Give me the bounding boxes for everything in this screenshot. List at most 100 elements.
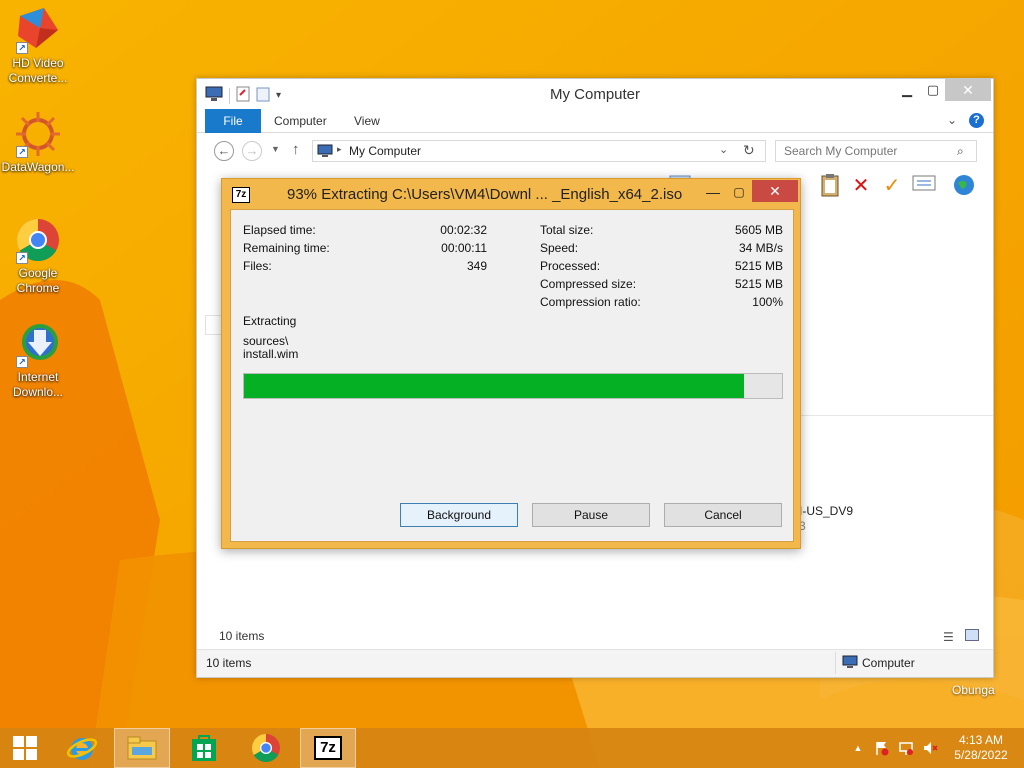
network-icon[interactable]	[898, 740, 914, 756]
explorer-minimize-button[interactable]: ▁	[893, 79, 921, 101]
shortcut-arrow-icon: ↗	[16, 252, 28, 264]
chrome-icon: ↗	[14, 216, 62, 264]
dialog-minimize-button[interactable]: —	[700, 181, 726, 203]
address-text: My Computer	[349, 144, 422, 158]
status-location: Computer	[862, 656, 915, 670]
large-icons-view-icon[interactable]	[965, 629, 979, 641]
explorer-close-button[interactable]: ✕	[945, 79, 991, 101]
desktop-icon-label: HD Video Converte...	[8, 56, 68, 85]
items-count-inner: 10 items	[219, 629, 265, 643]
store-icon	[192, 735, 216, 761]
current-action-label: Extracting	[243, 314, 297, 328]
show-hidden-icons-icon[interactable]: ▲	[850, 740, 866, 756]
taskbar-7zip[interactable]: 7z	[300, 728, 356, 768]
partial-file-label: I-US_DV9	[799, 504, 854, 518]
details-view-icon[interactable]: ☰	[943, 630, 954, 644]
extraction-progress-bar	[243, 373, 783, 399]
compression-ratio-label: Compression ratio:	[540, 295, 641, 309]
breadcrumb-chevron-icon: ▸	[337, 144, 342, 154]
dialog-client-area: Elapsed time: 00:02:32 Remaining time: 0…	[230, 209, 794, 542]
desktop-icon-label: DataWagon...	[1, 160, 75, 174]
desktop-icon-datawagon[interactable]: ↗ DataWagon...	[0, 110, 76, 175]
compressed-size-value: 5215 MB	[734, 277, 783, 291]
files-label: Files:	[243, 259, 272, 273]
elapsed-time-label: Elapsed time:	[243, 223, 316, 237]
7zip-logo-icon: 7z	[232, 187, 250, 203]
explorer-maximize-button[interactable]: ▢	[919, 79, 947, 101]
address-row: ← → ▼ ↑ ▸ My Computer ⌄ ↻ Search My Comp…	[197, 137, 993, 165]
compressed-size-label: Compressed size:	[540, 277, 637, 291]
pause-button[interactable]: Pause	[532, 503, 650, 527]
up-button[interactable]: ↑	[292, 141, 300, 158]
total-size-value: 5605 MB	[734, 223, 783, 237]
dialog-close-button[interactable]: ✕	[752, 180, 798, 202]
forward-button[interactable]: →	[242, 141, 262, 161]
volume-muted-icon[interactable]	[922, 740, 938, 756]
globe-icon[interactable]	[951, 173, 977, 199]
info-icon[interactable]	[911, 173, 937, 199]
windows-logo-icon	[13, 736, 37, 760]
tab-computer[interactable]: Computer	[274, 109, 327, 133]
recent-locations-icon[interactable]: ▼	[271, 144, 280, 154]
shortcut-arrow-icon: ↗	[16, 146, 28, 158]
internet-explorer-icon	[66, 738, 98, 760]
shortcut-arrow-icon: ↗	[16, 356, 28, 368]
remaining-time-value: 00:00:11	[441, 241, 487, 255]
back-button[interactable]: ←	[214, 141, 234, 161]
address-dropdown-icon[interactable]: ⌄	[719, 143, 728, 156]
datawagon-icon: ↗	[14, 110, 62, 158]
taskbar-store[interactable]	[176, 728, 232, 768]
taskbar-chrome[interactable]	[238, 728, 294, 768]
speed-label: Speed:	[540, 241, 579, 255]
taskbar-file-explorer[interactable]	[114, 728, 170, 768]
start-button[interactable]	[0, 728, 50, 768]
status-separator	[835, 652, 836, 674]
explorer-titlebar[interactable]: ▾ My Computer ▁ ▢ ✕	[197, 79, 993, 109]
speed-value: 34 MB/s	[738, 241, 783, 255]
total-size-label: Total size:	[540, 223, 594, 237]
help-icon[interactable]: ?	[969, 113, 984, 128]
desktop-icon-label: Google Chrome	[16, 266, 60, 295]
background-button[interactable]: Background	[400, 503, 518, 527]
7zip-icon: 7z	[314, 736, 342, 760]
desktop-icon-label: Internet Downlo...	[12, 370, 64, 399]
chrome-icon	[251, 734, 280, 763]
status-bar: 10 items Computer	[197, 649, 993, 677]
paste-icon[interactable]	[817, 173, 843, 199]
dialog-title: 93% Extracting C:\Users\VM4\Downl ... _E…	[287, 186, 683, 203]
explorer-title: My Computer	[549, 86, 641, 103]
processed-value: 5215 MB	[734, 259, 783, 273]
computer-icon	[317, 144, 333, 161]
progress-fill	[244, 374, 745, 398]
ribbon-expand-icon[interactable]: ⌄	[947, 113, 957, 127]
file-explorer-icon	[127, 736, 157, 760]
desktop-icon-hd-video-converter[interactable]: ↗ HD Video Converte...	[0, 6, 76, 86]
search-icon: ⌕	[957, 144, 964, 158]
refresh-icon[interactable]: ↻	[743, 142, 755, 159]
dialog-maximize-button[interactable]: ▢	[726, 181, 752, 203]
address-bar[interactable]: ▸ My Computer ⌄ ↻	[312, 140, 766, 162]
ribbon-tabs: File Computer View ⌄ ?	[197, 109, 993, 133]
computer-icon	[842, 655, 858, 672]
desktop-icon-google-chrome[interactable]: ↗ Google Chrome	[0, 216, 76, 296]
compression-ratio-value: 100%	[752, 295, 783, 309]
tab-view[interactable]: View	[354, 109, 380, 133]
clock-date: 5/28/2022	[954, 748, 1008, 762]
search-input[interactable]: Search My Computer	[775, 140, 977, 162]
current-path-line1: sources\	[243, 334, 289, 348]
extraction-progress-dialog: 7z 93% Extracting C:\Users\VM4\Downl ...…	[221, 178, 801, 549]
cancel-button[interactable]: Cancel	[664, 503, 782, 527]
taskbar-clock[interactable]: 4:13 AM 5/28/2022	[946, 733, 1016, 763]
taskbar-internet-explorer[interactable]	[54, 728, 110, 768]
test-icon[interactable]: ✓	[879, 173, 905, 199]
delete-icon[interactable]: ✕	[848, 173, 874, 199]
hd-video-converter-icon: ↗	[14, 6, 62, 54]
remaining-time-label: Remaining time:	[243, 241, 330, 255]
elapsed-time-value: 00:02:32	[440, 223, 487, 237]
tab-file[interactable]: File	[205, 109, 261, 133]
action-center-icon[interactable]	[874, 740, 890, 756]
taskbar: 7z ▲ 4:13 AM 5/28/2022	[0, 728, 1024, 768]
shortcut-arrow-icon: ↗	[16, 42, 28, 54]
desktop-icon-internet-download-manager[interactable]: ↗ Internet Downlo...	[0, 320, 76, 400]
internet-download-manager-icon: ↗	[14, 320, 62, 368]
